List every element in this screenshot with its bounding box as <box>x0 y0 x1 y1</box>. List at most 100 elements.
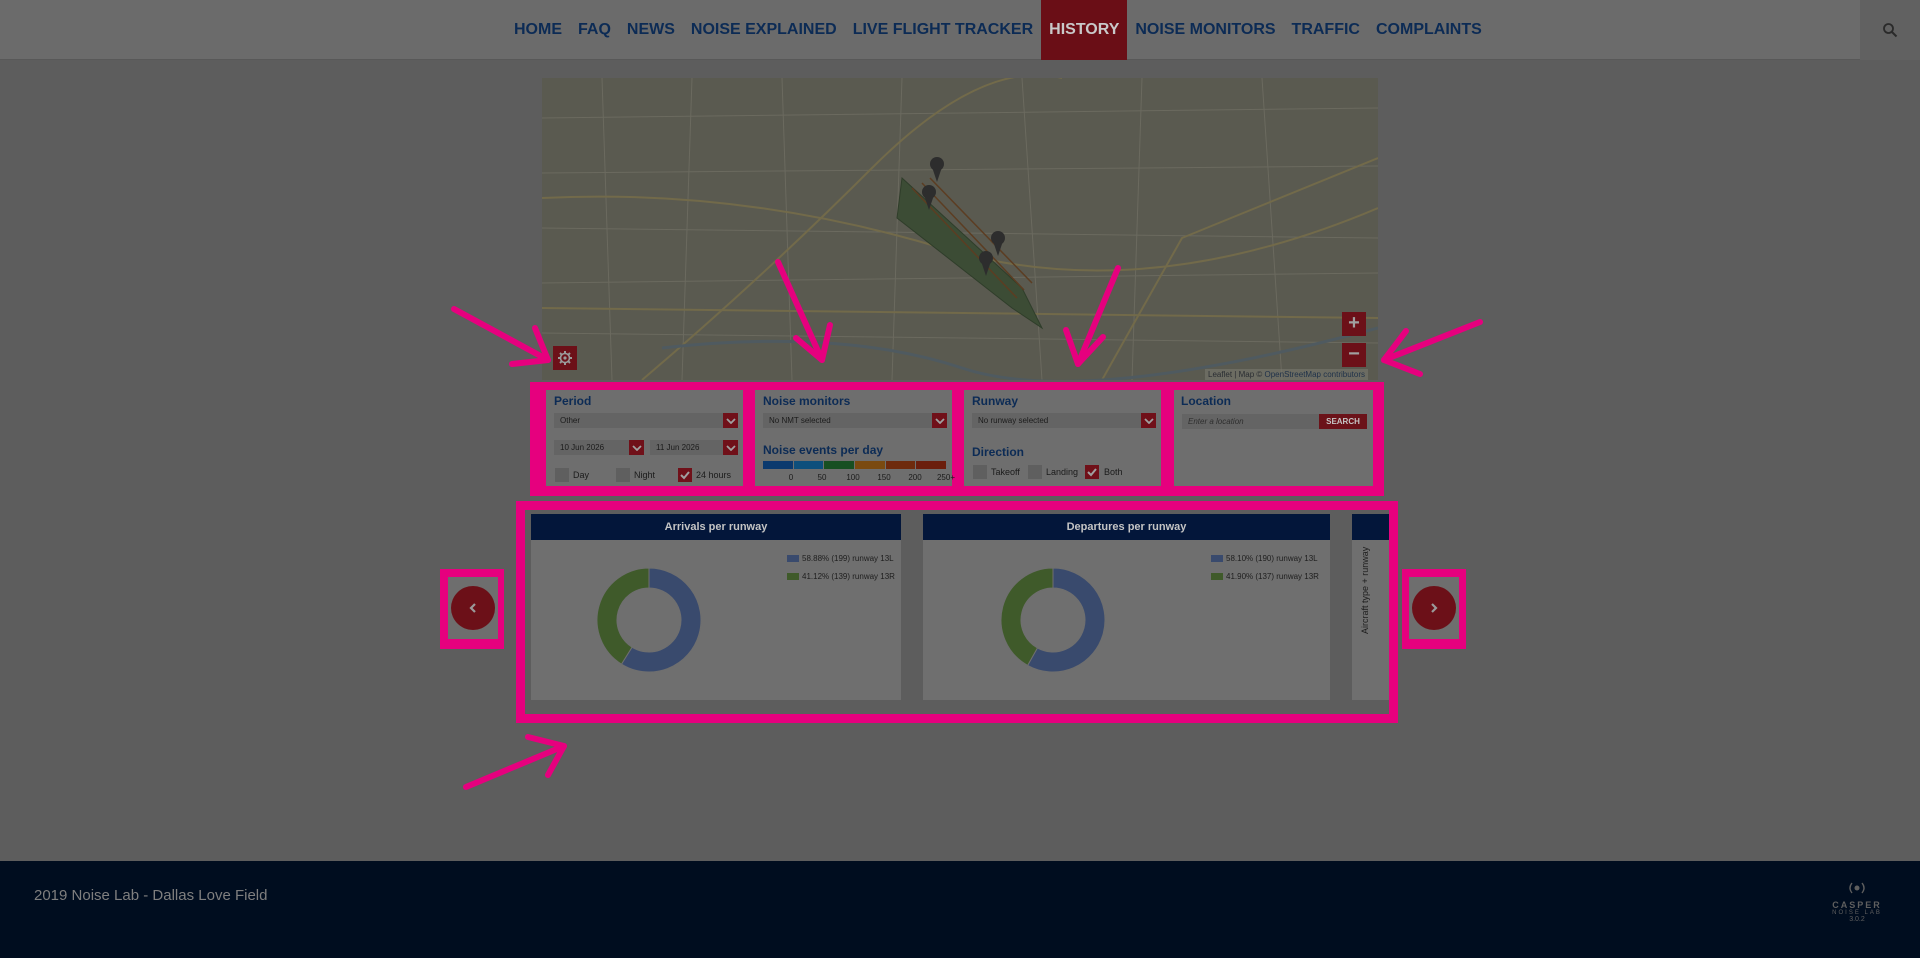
legend-swatch <box>787 573 799 580</box>
attribution-separator: | Map © <box>1232 370 1265 379</box>
nav-item-noise-explained[interactable]: NOISE EXPLAINED <box>683 0 845 60</box>
chart-carousel: Arrivals per runway 58.88% (199) runway … <box>525 510 1389 714</box>
runway-select-value: No runway selected <box>978 416 1049 425</box>
noise-events-title: Noise events per day <box>763 443 884 457</box>
map-tiles <box>542 78 1378 380</box>
map-settings-button[interactable] <box>553 346 577 370</box>
arrivals-chart-title: Arrivals per runway <box>531 514 901 540</box>
nav-item-history[interactable]: HISTORY <box>1041 0 1128 60</box>
runway-select[interactable]: No runway selected <box>972 413 1156 428</box>
carousel-prev-button[interactable] <box>451 586 495 630</box>
gear-icon <box>558 351 572 365</box>
aircraft-type-chart-header <box>1352 514 1389 540</box>
chevron-down-icon <box>725 417 736 424</box>
night-label: Night <box>634 470 656 480</box>
departures-chart-title: Departures per runway <box>923 514 1330 540</box>
footer: 2019 Noise Lab - Dallas Love Field CASPE… <box>0 861 1920 958</box>
arrivals-chart-card: Arrivals per runway 58.88% (199) runway … <box>531 514 901 700</box>
zoom-out-button[interactable]: − <box>1342 343 1366 367</box>
noise-scale-segment <box>885 461 916 469</box>
leaflet-link[interactable]: Leaflet <box>1208 370 1232 379</box>
noise-monitor-dropdown-arrow[interactable] <box>932 413 947 428</box>
noise-scale-label: 50 <box>817 473 827 482</box>
both-checkbox[interactable] <box>1085 465 1099 479</box>
nav-menu: HOME FAQ NEWS NOISE EXPLAINED LIVE FLIGHT TR… <box>506 0 1490 60</box>
nav-item-home[interactable]: HOME <box>506 0 570 60</box>
start-date-value: 10 Jun 2026 <box>560 443 605 452</box>
start-date-dropdown-arrow[interactable] <box>629 440 644 455</box>
nav-item-noise-monitors[interactable]: NOISE MONITORS <box>1127 0 1283 60</box>
day-label: Day <box>573 470 590 480</box>
noise-monitor-select[interactable]: No NMT selected <box>763 413 947 428</box>
footer-copyright: 2019 Noise Lab - Dallas Love Field <box>34 887 268 904</box>
24-hours-checkbox[interactable] <box>678 468 692 482</box>
noise-scale-label: 0 <box>788 473 794 482</box>
zoom-in-button[interactable]: + <box>1342 312 1366 336</box>
chevron-down-icon <box>1143 417 1154 424</box>
chevron-left-icon <box>469 603 476 613</box>
aircraft-type-chart-card: Aircraft type + runway <box>1352 514 1389 700</box>
chevron-down-icon <box>934 417 945 424</box>
nav-item-complaints[interactable]: COMPLAINTS <box>1368 0 1490 60</box>
search-icon <box>1883 23 1898 38</box>
day-checkbox[interactable] <box>555 468 569 482</box>
takeoff-label: Takeoff <box>991 467 1020 477</box>
noise-scale-segment <box>793 461 824 469</box>
landing-checkbox[interactable] <box>1028 465 1042 479</box>
next-arrow-container <box>1409 577 1459 639</box>
end-date-value: 11 Jun 2026 <box>656 443 700 452</box>
departures-donut-chart <box>1000 567 1106 673</box>
period-select[interactable]: Other <box>554 413 738 428</box>
noise-scale-segment <box>763 461 793 469</box>
period-select-value: Other <box>560 416 581 425</box>
noise-monitor-select-value: No NMT selected <box>769 416 831 425</box>
period-title: Period <box>554 394 592 408</box>
annotation-arrow-settings <box>451 306 551 367</box>
24-hours-label: 24 hours <box>696 470 732 480</box>
annotation-arrow-zoom <box>1381 319 1483 377</box>
noise-scale-label: 150 <box>877 473 891 482</box>
legend-swatch <box>1211 555 1223 562</box>
noise-scale-segment <box>824 461 855 469</box>
carousel-next-button[interactable] <box>1412 586 1456 630</box>
departures-legend-13r: 41.90% (137) runway 13R <box>1211 572 1319 581</box>
nav-item-traffic[interactable]: TRAFFIC <box>1284 0 1368 60</box>
runway-dropdown-arrow[interactable] <box>1141 413 1156 428</box>
donut-slice-runway-13R[interactable] <box>596 567 650 665</box>
end-date-dropdown-arrow[interactable] <box>723 440 738 455</box>
departures-chart-card: Departures per runway 58.10% (190) runwa… <box>923 514 1330 700</box>
noise-scale-label: 250+ <box>936 473 956 482</box>
version-label: 3.0.2 <box>1849 916 1865 923</box>
noise-scale-label: 100 <box>846 473 860 482</box>
osm-link[interactable]: OpenStreetMap contributors <box>1265 370 1366 379</box>
legend-label: 41.90% (137) runway 13R <box>1226 572 1319 581</box>
chevron-right-icon <box>1431 603 1438 613</box>
location-title: Location <box>1181 394 1231 408</box>
nav-item-faq[interactable]: FAQ <box>570 0 619 60</box>
nav-item-live-flight-tracker[interactable]: LIVE FLIGHT TRACKER <box>845 0 1041 60</box>
direction-title: Direction <box>972 445 1025 459</box>
noise-scale-label: 200 <box>908 473 922 482</box>
chevron-down-icon <box>725 444 736 451</box>
landing-label: Landing <box>1046 467 1079 477</box>
checkmark-icon <box>680 471 690 480</box>
legend-label: 58.88% (199) runway 13L <box>802 554 894 563</box>
night-checkbox[interactable] <box>616 468 630 482</box>
casper-logo: CASPER NOISE LAB 3.0.2 <box>1828 881 1886 923</box>
flight-map[interactable]: + − Leaflet | Map © OpenStreetMap contri… <box>542 78 1378 380</box>
prev-arrow-container <box>448 577 498 639</box>
legend-swatch <box>1211 573 1223 580</box>
legend-swatch <box>787 555 799 562</box>
casper-brand: CASPER <box>1832 900 1882 910</box>
chevron-down-icon <box>631 444 642 451</box>
casper-signal-icon <box>1849 882 1865 894</box>
legend-label: 58.10% (190) runway 13L <box>1226 554 1318 563</box>
nav-item-news[interactable]: NEWS <box>619 0 683 60</box>
top-nav: HOME FAQ NEWS NOISE EXPLAINED LIVE FLIGHT TR… <box>0 0 1920 60</box>
location-input[interactable]: Enter a location <box>1182 414 1319 429</box>
search-button[interactable] <box>1860 0 1920 60</box>
period-dropdown-arrow[interactable] <box>723 413 738 428</box>
takeoff-checkbox[interactable] <box>973 465 987 479</box>
location-search-button[interactable]: SEARCH <box>1319 414 1367 429</box>
legend-label: 41.12% (139) runway 13R <box>802 572 895 581</box>
